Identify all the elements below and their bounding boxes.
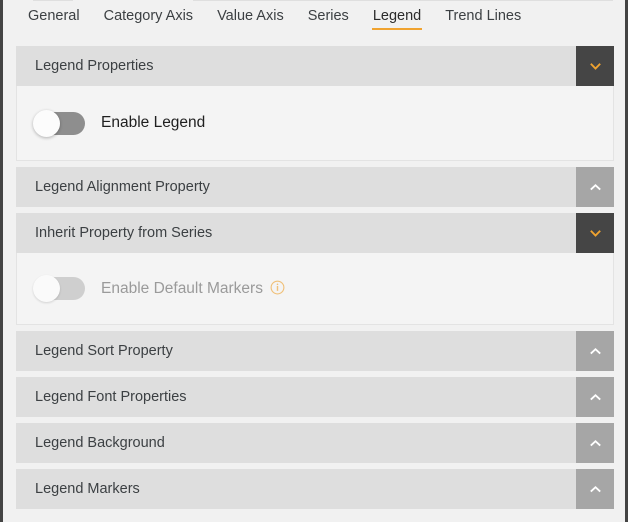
tab-general-label: General <box>28 8 80 24</box>
chevron-up-icon <box>589 392 601 403</box>
row-enable-legend: Enable Legend <box>17 86 613 160</box>
tab-legend[interactable]: Legend <box>361 0 433 31</box>
section-title-legend-alignment-property: Legend Alignment Property <box>35 179 210 195</box>
section-header-legend-sort-property[interactable]: Legend Sort Property <box>16 331 614 371</box>
tab-category-axis[interactable]: Category Axis <box>92 0 205 31</box>
enable-legend-label: Enable Legend <box>101 114 206 131</box>
tab-value-axis[interactable]: Value Axis <box>205 0 296 31</box>
chevron-down-icon <box>589 228 601 239</box>
chevron-up-icon <box>589 182 601 193</box>
section-title-legend-markers: Legend Markers <box>35 481 140 497</box>
expand-toggle-legend-alignment-property[interactable] <box>576 167 614 207</box>
expand-toggle-legend-background[interactable] <box>576 423 614 463</box>
section-body-legend-properties: Enable Legend <box>16 86 614 161</box>
section-header-legend-alignment-property[interactable]: Legend Alignment Property <box>16 167 614 207</box>
tab-bar: General Category Axis Value Axis Series … <box>3 0 625 38</box>
enable-default-markers-toggle[interactable] <box>33 275 85 302</box>
section-header-legend-background[interactable]: Legend Background <box>16 423 614 463</box>
section-legend-font-properties: Legend Font Properties <box>16 377 614 417</box>
section-legend-alignment-property: Legend Alignment Property <box>16 167 614 207</box>
section-inherit-property-from-series: Inherit Property from Series Enable Defa… <box>16 213 614 325</box>
chevron-up-icon <box>589 484 601 495</box>
enable-default-markers-text: Enable Default Markers <box>101 279 263 297</box>
collapse-toggle-inherit-property-from-series[interactable] <box>576 213 614 253</box>
section-title-legend-background: Legend Background <box>35 435 165 451</box>
section-body-inherit-property-from-series: Enable Default Markers <box>16 253 614 325</box>
tab-category-axis-label: Category Axis <box>103 8 194 24</box>
section-header-legend-markers[interactable]: Legend Markers <box>16 469 614 509</box>
section-title-legend-properties: Legend Properties <box>35 58 154 74</box>
tab-trend-lines[interactable]: Trend Lines <box>433 0 533 31</box>
tab-legend-label: Legend <box>372 8 422 24</box>
toggle-knob <box>33 275 60 302</box>
chevron-down-icon <box>589 61 601 72</box>
section-header-inherit-property-from-series[interactable]: Inherit Property from Series <box>16 213 614 253</box>
enable-legend-toggle[interactable] <box>33 109 85 137</box>
expand-toggle-legend-font-properties[interactable] <box>576 377 614 417</box>
tab-series[interactable]: Series <box>296 0 361 31</box>
expand-toggle-legend-sort-property[interactable] <box>576 331 614 371</box>
settings-panel: General Category Axis Value Axis Series … <box>0 0 628 522</box>
toggle-knob <box>33 109 60 137</box>
section-header-legend-properties[interactable]: Legend Properties <box>16 46 614 86</box>
tab-trend-lines-label: Trend Lines <box>445 8 522 24</box>
chevron-up-icon <box>589 438 601 449</box>
info-icon[interactable] <box>270 280 285 295</box>
collapse-toggle-legend-properties[interactable] <box>576 46 614 86</box>
section-legend-background: Legend Background <box>16 423 614 463</box>
section-legend-sort-property: Legend Sort Property <box>16 331 614 371</box>
section-legend-markers: Legend Markers <box>16 469 614 509</box>
legend-settings-accordion: Legend Properties Enable Legend Legend A… <box>16 46 614 509</box>
section-title-legend-font-properties: Legend Font Properties <box>35 389 187 405</box>
chevron-up-icon <box>589 346 601 357</box>
section-header-legend-font-properties[interactable]: Legend Font Properties <box>16 377 614 417</box>
tab-general[interactable]: General <box>16 0 92 31</box>
active-tab-underline <box>371 28 423 30</box>
section-title-inherit-property-from-series: Inherit Property from Series <box>35 225 213 241</box>
section-legend-properties: Legend Properties Enable Legend <box>16 46 614 161</box>
row-enable-default-markers: Enable Default Markers <box>17 253 613 324</box>
enable-default-markers-label: Enable Default Markers <box>101 280 285 298</box>
tab-series-label: Series <box>307 8 349 24</box>
expand-toggle-legend-markers[interactable] <box>576 469 614 509</box>
section-title-legend-sort-property: Legend Sort Property <box>35 343 173 359</box>
tab-value-axis-label: Value Axis <box>217 8 284 24</box>
